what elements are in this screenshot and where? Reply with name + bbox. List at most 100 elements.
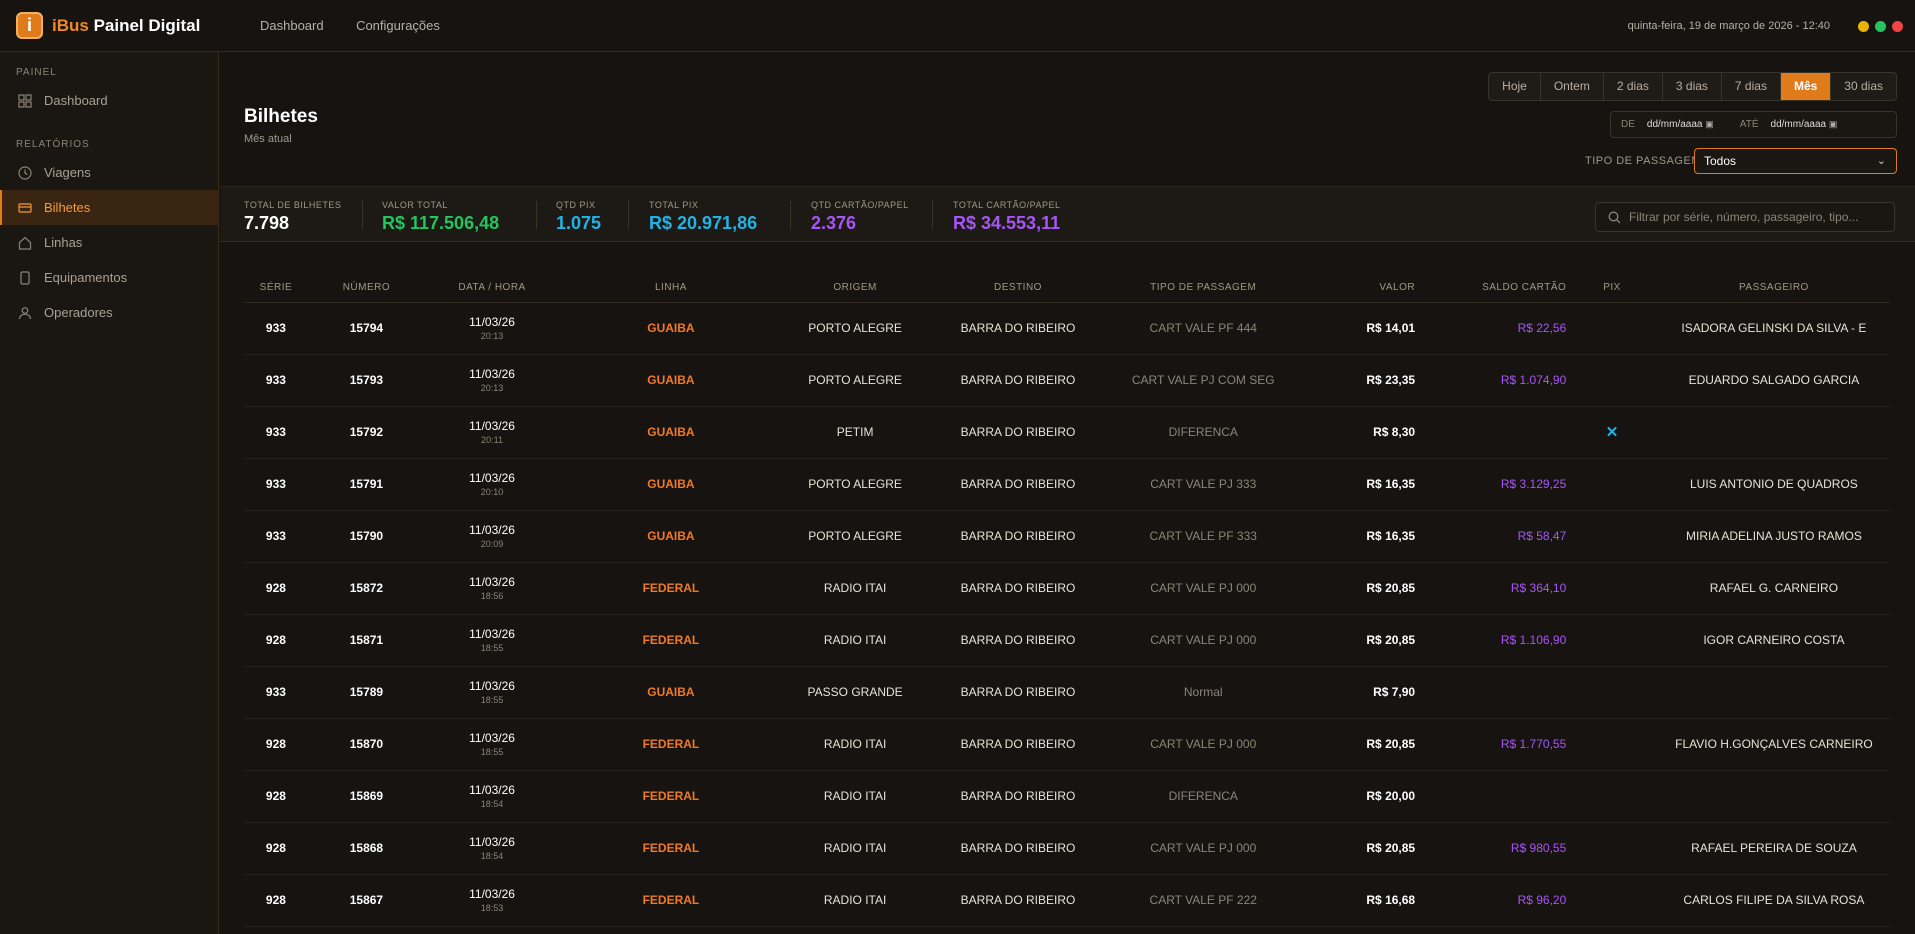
tipo-passagem-select[interactable]: Todos ⌄ — [1694, 148, 1897, 174]
cell-linha: FEDERAL — [559, 562, 783, 615]
date-de-input[interactable]: dd/mm/aaaa ▣ — [1647, 119, 1714, 130]
period-2-dias[interactable]: 2 dias — [1603, 73, 1663, 100]
col-passageiro[interactable]: PASSAGEIRO — [1657, 274, 1890, 303]
cell-valor: R$ 20,85 — [1297, 718, 1416, 771]
cell-linha: GUAIBA — [559, 406, 783, 459]
cell-destino: BARRA DO RIBEIRO — [927, 718, 1109, 771]
cell-tipo: CART VALE PJ 000 — [1108, 562, 1298, 615]
table-row[interactable]: 928 15869 11/03/26 18:54 FEDERAL RADIO IT… — [244, 770, 1890, 823]
grid-icon — [18, 93, 32, 108]
period-hoje[interactable]: Hoje — [1489, 73, 1541, 100]
cell-linha: FEDERAL — [559, 822, 783, 875]
topnav-configuracoes[interactable]: Configurações — [356, 18, 440, 33]
cell-passageiro: MIRIA ADELINA JUSTO RAMOS — [1657, 510, 1890, 563]
sidebar-item-equipamentos[interactable]: Equipamentos — [0, 260, 218, 295]
period-3-dias[interactable]: 3 dias — [1662, 73, 1722, 100]
col-destino[interactable]: DESTINO — [927, 274, 1109, 303]
col-data-hora[interactable]: DATA / HORA — [424, 274, 560, 303]
cell-tipo: CART VALE PJ 000 — [1108, 822, 1298, 875]
cell-data-hora: 11/03/26 20:13 — [424, 354, 560, 407]
period-7-dias[interactable]: 7 dias — [1721, 73, 1781, 100]
cell-tipo: CART VALE PJ 333 — [1108, 458, 1298, 511]
table-row[interactable]: 933 15789 11/03/26 18:55 GUAIBA PASSO GRA… — [244, 666, 1890, 719]
stat-divider — [536, 201, 537, 229]
col-linha[interactable]: LINHA — [559, 274, 783, 303]
cell-serie: 928 — [244, 718, 308, 771]
table-row[interactable]: 933 15792 11/03/26 20:11 GUAIBA PETIM BAR… — [244, 406, 1890, 459]
sidebar-item-operadores[interactable]: Operadores — [0, 295, 218, 330]
cell-tipo: CART VALE PJ 000 — [1108, 614, 1298, 667]
table-row[interactable]: 928 15868 11/03/26 18:54 FEDERAL RADIO IT… — [244, 822, 1890, 875]
table-row[interactable]: 933 15790 11/03/26 20:09 GUAIBA PORTO ALE… — [244, 510, 1890, 563]
cell-hora: 20:09 — [480, 539, 504, 549]
cell-destino: BARRA DO RIBEIRO — [927, 874, 1109, 927]
sidebar-item-linhas[interactable]: Linhas — [0, 225, 218, 260]
col-numero[interactable]: NÚMERO — [307, 274, 425, 303]
stat-value: R$ 20.971,86 — [649, 213, 758, 233]
table-row[interactable]: 933 15793 11/03/26 20:13 GUAIBA PORTO ALE… — [244, 354, 1890, 407]
search-input[interactable]: Filtrar por série, número, passageiro, t… — [1595, 202, 1895, 232]
cell-data-hora: 11/03/26 18:54 — [424, 822, 560, 875]
col-saldo-cartao[interactable]: SALDO CARTÃO — [1415, 274, 1567, 303]
top-right: quinta-feira, 19 de março de 2026 - 12:4… — [1628, 0, 1903, 52]
cell-destino: BARRA DO RIBEIRO — [927, 510, 1109, 563]
maximize-dot[interactable] — [1875, 20, 1886, 32]
date-ate-input[interactable]: dd/mm/aaaa ▣ — [1771, 119, 1838, 130]
table-row[interactable]: 933 15794 11/03/26 20:13 GUAIBA PORTO ALE… — [244, 302, 1890, 355]
cell-serie: 933 — [244, 458, 308, 511]
cell-pix — [1566, 770, 1658, 823]
period-30-dias[interactable]: 30 dias — [1831, 73, 1896, 100]
clock-icon — [18, 165, 32, 180]
cell-pix — [1566, 458, 1658, 511]
cell-valor: R$ 20,85 — [1297, 562, 1416, 615]
cell-serie: 928 — [244, 562, 308, 615]
sidebar-item-bilhetes[interactable]: Bilhetes — [0, 190, 218, 225]
cell-linha: GUAIBA — [559, 666, 783, 719]
cell-serie: 933 — [244, 354, 308, 407]
cell-saldo: R$ 364,10 — [1415, 562, 1567, 615]
stat-divider — [628, 201, 629, 229]
topnav-dashboard[interactable]: Dashboard — [260, 18, 324, 33]
close-dot[interactable] — [1892, 20, 1903, 32]
cell-data: 11/03/26 — [469, 679, 515, 693]
stat-divider — [362, 201, 363, 229]
col-pix[interactable]: PIX — [1566, 274, 1658, 303]
ticket-icon — [18, 201, 32, 215]
table-row[interactable]: 928 15870 11/03/26 18:55 FEDERAL RADIO IT… — [244, 718, 1890, 771]
sidebar-section-painel: PAINEL — [16, 67, 57, 78]
period-ontem[interactable]: Ontem — [1540, 73, 1604, 100]
calendar-icon[interactable]: ▣ — [1829, 119, 1838, 129]
period-mes[interactable]: Mês — [1780, 73, 1832, 100]
table-row[interactable]: 928 15872 11/03/26 18:56 FEDERAL RADIO IT… — [244, 562, 1890, 615]
table-row[interactable]: 928 15871 11/03/26 18:55 FEDERAL RADIO IT… — [244, 614, 1890, 667]
sidebar-section-relatorios: RELATÓRIOS — [16, 139, 90, 150]
cell-data-hora: 11/03/26 20:13 — [424, 302, 560, 355]
col-tipo-passagem[interactable]: TIPO DE PASSAGEM — [1108, 274, 1298, 303]
cell-linha: GUAIBA — [559, 458, 783, 511]
cell-numero: 15868 — [307, 822, 425, 875]
minimize-dot[interactable] — [1858, 20, 1869, 32]
cell-data-hora: 11/03/26 18:53 — [424, 874, 560, 927]
bilhetes-table: SÉRIE NÚMERO DATA / HORA LINHA ORIGEM DE… — [244, 274, 1890, 927]
sidebar-item-viagens[interactable]: Viagens — [0, 155, 218, 190]
cell-serie: 928 — [244, 614, 308, 667]
col-valor[interactable]: VALOR — [1297, 274, 1416, 303]
cell-valor: R$ 16,35 — [1297, 510, 1416, 563]
stat-value: R$ 117.506,48 — [382, 213, 500, 233]
cell-passageiro: LUIS ANTONIO DE QUADROS — [1657, 458, 1890, 511]
cell-linha: FEDERAL — [559, 770, 783, 823]
cell-numero: 15791 — [307, 458, 425, 511]
cell-numero: 15872 — [307, 562, 425, 615]
stat-value: 2.376 — [811, 213, 857, 233]
sidebar-item-dashboard[interactable]: Dashboard — [0, 83, 218, 118]
app-logo[interactable]: i iBus Painel Digital — [16, 12, 260, 39]
col-origem[interactable]: ORIGEM — [782, 274, 928, 303]
cell-serie: 933 — [244, 302, 308, 355]
date-de-label: DE — [1621, 119, 1635, 130]
calendar-icon[interactable]: ▣ — [1705, 119, 1714, 129]
col-serie[interactable]: SÉRIE — [244, 274, 308, 303]
table-row[interactable]: 928 15867 11/03/26 18:53 FEDERAL RADIO IT… — [244, 874, 1890, 927]
table-row[interactable]: 933 15791 11/03/26 20:10 GUAIBA PORTO ALE… — [244, 458, 1890, 511]
cell-saldo: R$ 58,47 — [1415, 510, 1567, 563]
stat-divider — [932, 201, 933, 229]
